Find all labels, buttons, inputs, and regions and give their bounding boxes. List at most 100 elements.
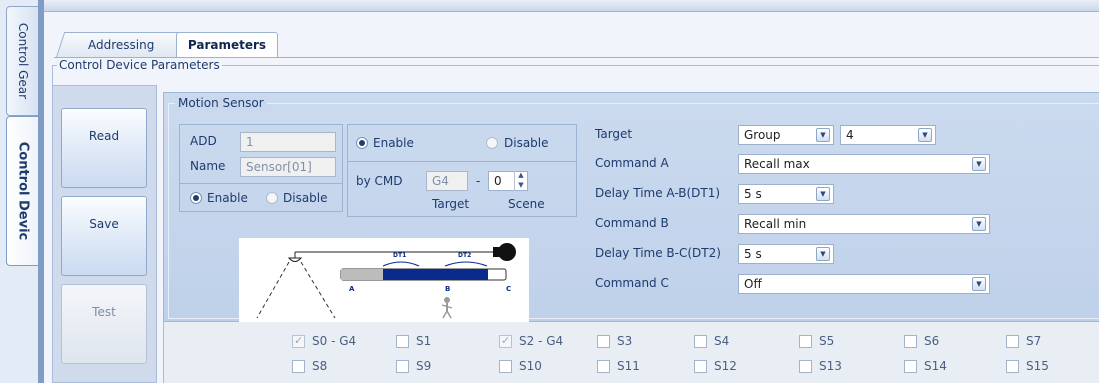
side-tab-control-device[interactable]: Control Devic: [6, 116, 38, 266]
checkbox-icon[interactable]: [1006, 360, 1019, 373]
checkbox-icon[interactable]: [694, 360, 707, 373]
enable-radio[interactable]: [190, 192, 202, 204]
scene-checkbox-label: S10: [519, 359, 542, 373]
dash: -: [476, 174, 481, 188]
spin-arrows-icon[interactable]: ▲ ▼: [514, 171, 527, 191]
delay-ab-value: 5 s: [744, 187, 762, 201]
by-cmd-label: by CMD: [356, 174, 403, 188]
address-box: ADD 1 Name Sensor[01] Enable Disable: [179, 124, 343, 212]
scene-checkbox-label: S11: [617, 359, 640, 373]
checkbox-icon[interactable]: [499, 334, 512, 348]
scene-checkbox-label: S9: [416, 359, 432, 373]
tab-addressing[interactable]: Addressing: [55, 32, 187, 58]
scene-checkbox-label: S2 - G4: [519, 334, 564, 348]
dt2-label: DT2: [458, 252, 471, 259]
checkbox-icon[interactable]: [904, 360, 917, 373]
scene-spinner-value: 0: [494, 174, 502, 188]
scene-checkbox-label: S13: [819, 359, 842, 373]
scene-caption: Scene: [508, 197, 545, 211]
distance-bar-fill: [383, 269, 488, 280]
by-cmd-divider: [348, 161, 576, 162]
by-cmd-box: Enable Disable by CMD G4 - 0 ▲ ▼ Target S…: [347, 124, 577, 217]
target-label: Target: [595, 127, 633, 141]
scene-checkbox-label: S6: [924, 334, 940, 348]
command-a-label: Command A: [595, 156, 669, 170]
command-b-label: Command B: [595, 216, 669, 230]
checkbox-icon[interactable]: [292, 360, 305, 373]
scene-checkbox-label: S4: [714, 334, 730, 348]
checkbox-icon[interactable]: [292, 334, 305, 348]
command-c-value: Off: [744, 277, 762, 291]
checkbox-icon[interactable]: [799, 360, 812, 373]
scene-checkbox-label: S0 - G4: [312, 334, 357, 348]
checkbox-icon[interactable]: [694, 335, 707, 348]
name-field[interactable]: Sensor[01]: [240, 157, 336, 177]
name-label: Name: [190, 159, 226, 173]
checkbox-icon[interactable]: [396, 335, 409, 348]
scene-checkbox-area: S0 - G4 S1 S2 - G4 S3 S4 S5 S6 S7 S8 S9 S10 S11 S12 S…: [163, 322, 1099, 383]
side-tab-control-gear-label: Control Gear: [15, 22, 30, 100]
target-type-select[interactable]: Group ▼: [738, 125, 834, 145]
chevron-down-icon[interactable]: ▼: [918, 128, 932, 142]
top-band: [44, 0, 1099, 12]
scene-spinner[interactable]: 0 ▲ ▼: [488, 171, 528, 191]
scene-checkbox-label: S7: [1026, 334, 1042, 348]
command-b-select[interactable]: Recall min ▼: [738, 214, 990, 234]
lamp-icon: [493, 243, 516, 261]
command-c-label: Command C: [595, 276, 669, 290]
scene-checkbox-label: S5: [819, 334, 835, 348]
scene-checkbox-label: S3: [617, 334, 633, 348]
delay-bc-value: 5 s: [744, 247, 762, 261]
read-button[interactable]: Read: [61, 108, 147, 188]
scene-checkbox-label: S1: [416, 334, 432, 348]
add-field[interactable]: 1: [240, 132, 336, 152]
command-a-select[interactable]: Recall max ▼: [738, 154, 990, 174]
motion-diagram-svg: DT1 DT2 A B C: [256, 243, 516, 319]
chevron-down-icon[interactable]: ▼: [972, 157, 986, 171]
save-button[interactable]: Save: [61, 196, 147, 276]
scene-checkbox-label: S8: [312, 359, 328, 373]
side-tab-control-gear[interactable]: Control Gear: [6, 6, 38, 116]
address-box-divider: [180, 183, 342, 184]
target-caption: Target: [432, 197, 470, 211]
motion-diagram: DT1 DT2 A B C: [239, 238, 529, 322]
checkbox-icon[interactable]: [799, 335, 812, 348]
motion-sensor-title: Motion Sensor: [175, 96, 267, 110]
side-tab-control-device-label: Control Devic: [15, 141, 30, 241]
tab-addressing-label: Addressing: [87, 38, 155, 52]
checkbox-icon[interactable]: [1006, 335, 1019, 348]
tab-parameters[interactable]: Parameters: [176, 32, 278, 58]
delay-bc-select[interactable]: 5 s ▼: [738, 244, 834, 264]
cmd-disable-radio[interactable]: [486, 137, 498, 149]
enable-label: Enable: [207, 191, 248, 205]
checkbox-icon[interactable]: [904, 335, 917, 348]
scene-checkbox-label: S15: [1026, 359, 1049, 373]
tab-parameters-label: Parameters: [187, 38, 267, 52]
point-a-label: A: [349, 285, 355, 293]
cmd-enable-radio[interactable]: [356, 137, 368, 149]
chevron-down-icon[interactable]: ▼: [816, 187, 830, 201]
checkbox-icon[interactable]: [597, 360, 610, 373]
person-icon: [441, 297, 453, 319]
checkbox-icon[interactable]: [597, 335, 610, 348]
target-value-select[interactable]: 4 ▼: [840, 125, 936, 145]
group-title: Control Device Parameters: [57, 58, 222, 72]
chevron-down-icon[interactable]: ▼: [816, 128, 830, 142]
motion-sensor-icon: [256, 251, 493, 319]
command-c-select[interactable]: Off ▼: [738, 274, 990, 294]
chevron-down-icon[interactable]: ▼: [972, 217, 986, 231]
add-label: ADD: [190, 134, 217, 148]
point-c-label: C: [506, 285, 511, 293]
chevron-down-icon[interactable]: ▼: [972, 277, 986, 291]
side-tab-bar: Control Gear Control Devic: [0, 0, 44, 383]
chevron-down-icon[interactable]: ▼: [816, 247, 830, 261]
cmd-disable-label: Disable: [504, 136, 549, 150]
checkbox-icon[interactable]: [499, 360, 512, 373]
test-button[interactable]: Test: [61, 284, 147, 364]
checkbox-icon[interactable]: [396, 360, 409, 373]
disable-label: Disable: [283, 191, 328, 205]
disable-radio[interactable]: [266, 192, 278, 204]
point-b-label: B: [445, 285, 450, 293]
delay-ab-select[interactable]: 5 s ▼: [738, 184, 834, 204]
by-cmd-target-field[interactable]: G4: [426, 171, 468, 191]
